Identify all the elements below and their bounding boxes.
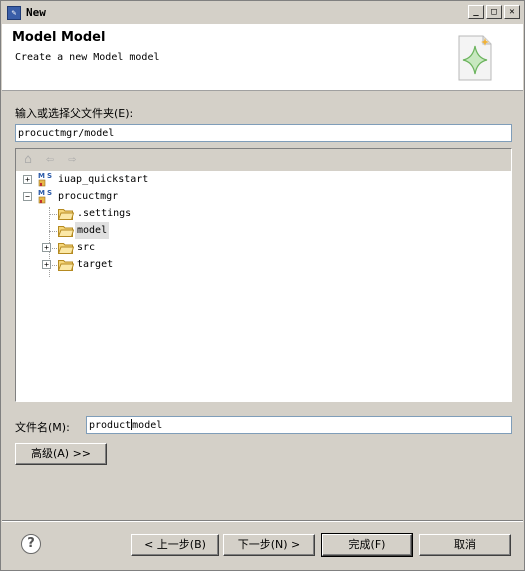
tree-item-label: src [77, 242, 96, 253]
tree-body: + M S iuap_quickstart − M S procuctmgr .… [16, 171, 511, 401]
back-arrow-icon[interactable]: ⇦ [43, 153, 57, 167]
back-button[interactable]: < 上一步(B) [131, 534, 219, 556]
parent-folder-input[interactable]: procuctmgr/model [15, 124, 512, 142]
folder-open-icon [58, 260, 74, 271]
close-button[interactable]: ✕ [504, 5, 520, 19]
page-description: Create a new Model model [15, 52, 160, 63]
folder-tree[interactable]: ⌂ ⇦ ⇨ + M S iuap_quickstart − M S procuc… [15, 148, 512, 402]
svg-text:M: M [38, 172, 45, 180]
expand-icon[interactable]: + [42, 260, 51, 269]
forward-arrow-icon[interactable]: ⇨ [65, 153, 79, 167]
cancel-button[interactable]: 取消 [419, 534, 511, 556]
tree-item-target[interactable]: + target [16, 256, 216, 273]
home-icon[interactable]: ⌂ [21, 153, 35, 167]
title-bar[interactable]: ✎ New _ □ ✕ [2, 2, 523, 25]
next-button[interactable]: 下一步(N) > [223, 534, 315, 556]
page-title: Model Model [12, 30, 106, 45]
folder-open-icon [58, 226, 74, 237]
expand-icon[interactable]: + [42, 243, 51, 252]
tree-item-settings[interactable]: .settings [16, 205, 216, 222]
tree-item-src[interactable]: + src [16, 239, 216, 256]
maven-project-icon: M S [38, 189, 52, 204]
minimize-button[interactable]: _ [468, 5, 484, 19]
tree-item-label: .settings [77, 208, 132, 219]
footer-separator [2, 520, 523, 522]
tree-item-label: procuctmgr [58, 191, 119, 202]
tree-item-procuctmgr[interactable]: − M S procuctmgr [16, 188, 216, 205]
tree-item-label: model [75, 222, 110, 239]
maximize-button[interactable]: □ [486, 5, 502, 19]
folder-open-icon [58, 243, 74, 254]
file-name-text: product [89, 420, 132, 431]
collapse-icon[interactable]: − [23, 192, 32, 201]
help-icon[interactable]: ? [21, 534, 41, 554]
new-wizard-icon: ✎ [7, 6, 21, 20]
tree-item-label: target [77, 259, 114, 270]
svg-text:S: S [47, 189, 52, 197]
wizard-banner-icon [458, 35, 492, 81]
tree-item-iuap-quickstart[interactable]: + M S iuap_quickstart [16, 171, 216, 188]
folder-open-icon [58, 209, 74, 220]
tree-item-model[interactable]: model [16, 222, 216, 239]
parent-folder-label: 输入或选择父文件夹(E): [15, 107, 134, 120]
expand-icon[interactable]: + [23, 175, 32, 184]
file-name-label: 文件名(M): [15, 421, 70, 434]
new-wizard-dialog: ✎ New _ □ ✕ Model Model Create a new Mod… [0, 0, 525, 571]
wizard-header: Model Model Create a new Model model [2, 24, 523, 91]
advanced-button[interactable]: 高级(A) >> [15, 443, 107, 465]
tree-toolbar: ⌂ ⇦ ⇨ [16, 149, 511, 171]
svg-text:S: S [47, 172, 52, 180]
maven-project-icon: M S [38, 172, 52, 187]
file-name-input[interactable]: productmodel [86, 416, 512, 434]
window-title: New [26, 6, 46, 19]
tree-item-label: iuap_quickstart [58, 174, 149, 185]
svg-text:M: M [38, 189, 45, 197]
finish-button[interactable]: 完成(F) [321, 533, 413, 557]
file-name-text-rest: model [132, 420, 163, 431]
